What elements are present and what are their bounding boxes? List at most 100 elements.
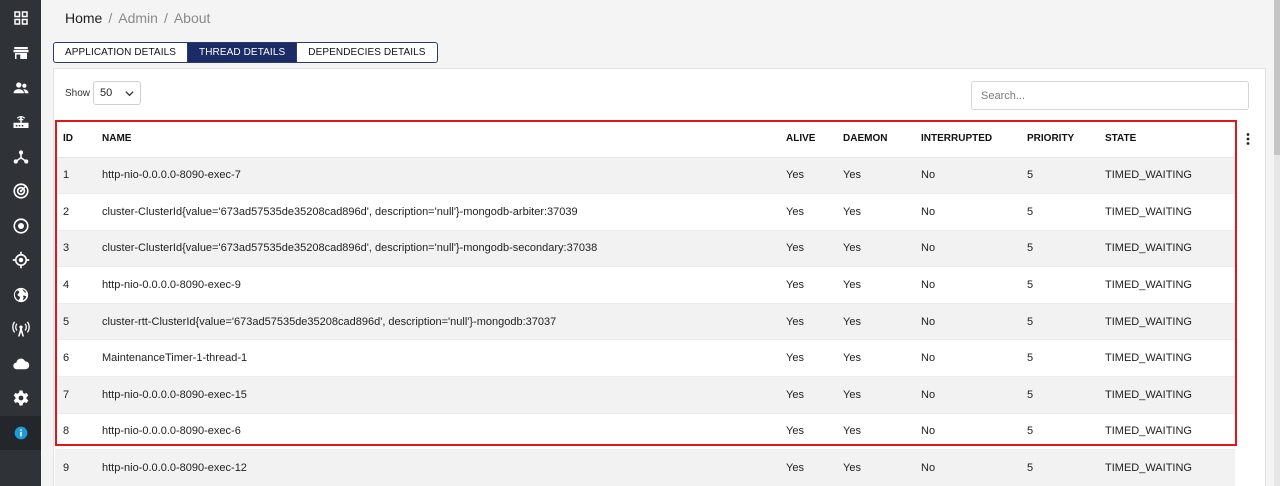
cloud-icon bbox=[12, 358, 29, 370]
column-header-interrupted[interactable]: INTERRUPTED bbox=[913, 121, 1019, 158]
table-row: 6 MaintenanceTimer-1-thread-1 Yes Yes No… bbox=[55, 339, 1235, 378]
cell-id: 3 bbox=[55, 230, 94, 268]
thread-table: ID NAME ALIVE DAEMON INTERRUPTED PRIORIT… bbox=[55, 121, 1235, 486]
search-input[interactable] bbox=[971, 81, 1249, 110]
tab-application-details[interactable]: APPLICATION DETAILS bbox=[54, 43, 189, 62]
sidebar-item-settings[interactable] bbox=[0, 381, 41, 415]
cell-alive: Yes bbox=[778, 376, 835, 414]
sidebar-item-target[interactable] bbox=[0, 209, 41, 243]
cell-alive: Yes bbox=[778, 449, 835, 486]
cell-daemon: Yes bbox=[835, 413, 913, 451]
radar-icon bbox=[12, 183, 29, 199]
cell-priority: 5 bbox=[1019, 230, 1097, 268]
table-row: 9 http-nio-0.0.0.0-8090-exec-12 Yes Yes … bbox=[55, 449, 1235, 486]
breadcrumb: Home / Admin / About bbox=[65, 9, 210, 27]
sidebar-item-cloud[interactable] bbox=[0, 347, 41, 381]
cell-name: http-nio-0.0.0.0-8090-exec-15 bbox=[94, 376, 778, 414]
cell-alive: Yes bbox=[778, 266, 835, 304]
cell-state: TIMED_WAITING bbox=[1097, 303, 1235, 341]
column-header-state[interactable]: STATE bbox=[1097, 121, 1235, 158]
cell-priority: 5 bbox=[1019, 157, 1097, 195]
sidebar bbox=[0, 0, 41, 486]
more-vertical-icon bbox=[1246, 133, 1250, 145]
info-icon bbox=[14, 426, 27, 440]
column-header-alive[interactable]: ALIVE bbox=[778, 121, 835, 158]
cell-id: 4 bbox=[55, 266, 94, 304]
table-row: 7 http-nio-0.0.0.0-8090-exec-15 Yes Yes … bbox=[55, 376, 1235, 414]
sidebar-item-users[interactable] bbox=[0, 71, 41, 105]
cell-alive: Yes bbox=[778, 303, 835, 341]
cell-priority: 5 bbox=[1019, 339, 1097, 378]
sidebar-item-crosshair[interactable] bbox=[0, 243, 41, 277]
cell-interrupted: No bbox=[913, 339, 1019, 378]
cell-alive: Yes bbox=[778, 230, 835, 268]
cell-daemon: Yes bbox=[835, 230, 913, 268]
cell-interrupted: No bbox=[913, 230, 1019, 268]
cell-id: 7 bbox=[55, 376, 94, 414]
sidebar-item-antenna[interactable] bbox=[0, 312, 41, 346]
sidebar-item-router[interactable] bbox=[0, 105, 41, 139]
users-icon bbox=[13, 82, 28, 94]
column-options-button[interactable] bbox=[1242, 132, 1254, 146]
cell-alive: Yes bbox=[778, 193, 835, 231]
page-size-select[interactable]: 50 bbox=[93, 81, 141, 105]
cell-name: http-nio-0.0.0.0-8090-exec-7 bbox=[94, 157, 778, 195]
cell-name: cluster-rtt-ClusterId{value='673ad57535d… bbox=[94, 303, 778, 341]
cell-alive: Yes bbox=[778, 157, 835, 195]
column-header-priority[interactable]: PRIORITY bbox=[1019, 121, 1097, 158]
tab-dependencies-details[interactable]: DEPENDECIES DETAILS bbox=[297, 43, 436, 62]
cell-priority: 5 bbox=[1019, 449, 1097, 486]
tab-thread-details[interactable]: THREAD DETAILS bbox=[188, 43, 298, 62]
cell-priority: 5 bbox=[1019, 413, 1097, 451]
cell-interrupted: No bbox=[913, 266, 1019, 304]
cell-state: TIMED_WAITING bbox=[1097, 413, 1235, 451]
cell-alive: Yes bbox=[778, 413, 835, 451]
globe-icon bbox=[13, 287, 28, 303]
cell-state: TIMED_WAITING bbox=[1097, 157, 1235, 195]
page-size-value: 50 bbox=[100, 87, 113, 99]
target-icon bbox=[12, 218, 29, 234]
network-icon bbox=[13, 150, 28, 164]
cell-interrupted: No bbox=[913, 157, 1019, 195]
sidebar-item-radar[interactable] bbox=[0, 174, 41, 208]
cell-priority: 5 bbox=[1019, 193, 1097, 231]
table-row: 2 cluster-ClusterId{value='673ad57535de3… bbox=[55, 193, 1235, 231]
cell-name: MaintenanceTimer-1-thread-1 bbox=[94, 339, 778, 378]
table-header-row: ID NAME ALIVE DAEMON INTERRUPTED PRIORIT… bbox=[55, 121, 1235, 158]
cell-interrupted: No bbox=[913, 303, 1019, 341]
page-scrollbar[interactable] bbox=[1274, 0, 1280, 486]
detail-tabs: APPLICATION DETAILS THREAD DETAILS DEPEN… bbox=[53, 42, 438, 63]
cell-id: 8 bbox=[55, 413, 94, 451]
scrollbar-thumb[interactable] bbox=[1274, 0, 1280, 155]
cell-priority: 5 bbox=[1019, 376, 1097, 414]
cell-state: TIMED_WAITING bbox=[1097, 193, 1235, 231]
cell-daemon: Yes bbox=[835, 303, 913, 341]
breadcrumb-home[interactable]: Home bbox=[65, 9, 102, 27]
table-row: 3 cluster-ClusterId{value='673ad57535de3… bbox=[55, 230, 1235, 268]
column-header-daemon[interactable]: DAEMON bbox=[835, 121, 913, 158]
cell-name: cluster-ClusterId{value='673ad57535de352… bbox=[94, 230, 778, 268]
column-header-name[interactable]: NAME bbox=[94, 121, 778, 158]
cell-state: TIMED_WAITING bbox=[1097, 339, 1235, 378]
sidebar-item-store[interactable] bbox=[0, 36, 41, 70]
column-header-id[interactable]: ID bbox=[55, 121, 94, 158]
breadcrumb-about: About bbox=[173, 10, 211, 26]
chevron-down-icon bbox=[125, 90, 134, 96]
table-row: 4 http-nio-0.0.0.0-8090-exec-9 Yes Yes N… bbox=[55, 266, 1235, 304]
sidebar-item-globe[interactable] bbox=[0, 278, 41, 312]
cell-name: cluster-ClusterId{value='673ad57535de352… bbox=[94, 193, 778, 231]
show-entries-label: Show bbox=[65, 88, 91, 99]
cell-state: TIMED_WAITING bbox=[1097, 449, 1235, 486]
cell-name: http-nio-0.0.0.0-8090-exec-9 bbox=[94, 266, 778, 304]
breadcrumb-separator: / bbox=[108, 10, 113, 26]
sidebar-item-network[interactable] bbox=[0, 140, 41, 174]
cell-id: 6 bbox=[55, 339, 94, 378]
store-icon bbox=[13, 47, 28, 59]
cell-id: 5 bbox=[55, 303, 94, 341]
cell-priority: 5 bbox=[1019, 303, 1097, 341]
cell-priority: 5 bbox=[1019, 266, 1097, 304]
sidebar-item-dashboard[interactable] bbox=[0, 1, 41, 35]
cell-interrupted: No bbox=[913, 193, 1019, 231]
sidebar-item-about[interactable] bbox=[0, 416, 41, 450]
breadcrumb-admin[interactable]: Admin bbox=[118, 9, 158, 27]
